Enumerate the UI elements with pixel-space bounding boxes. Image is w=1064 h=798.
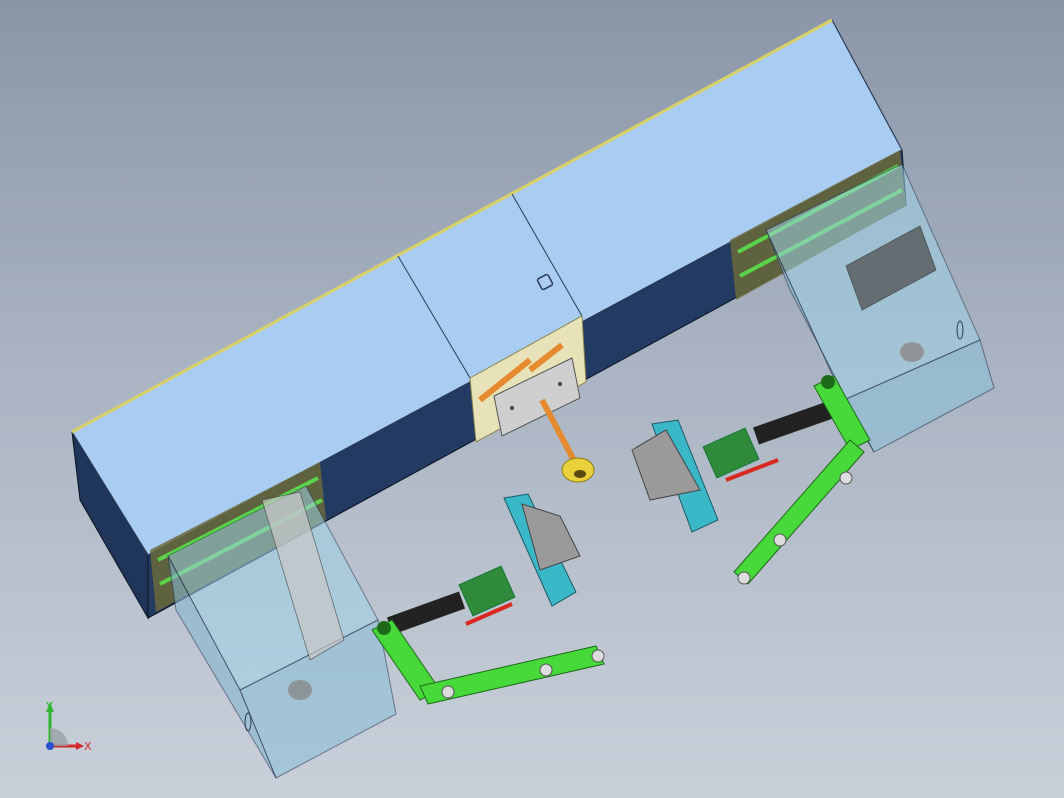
coordinate-triad: Y X <box>45 700 92 753</box>
right-inner-pulley <box>900 342 924 362</box>
lead-screw <box>539 398 581 470</box>
shaft-coupling[interactable] <box>561 457 595 483</box>
right-roller-3 <box>737 571 751 585</box>
slide-plate-bolt-2 <box>558 382 562 386</box>
triad-x-label: X <box>84 740 92 753</box>
left-arm-assembly[interactable] <box>371 493 605 705</box>
right-shaft <box>753 401 833 445</box>
right-roller-1 <box>839 471 853 485</box>
cad-viewport[interactable]: Y X <box>0 0 1064 798</box>
left-roller-2 <box>539 663 553 677</box>
triad-x-arrow <box>76 742 84 750</box>
triad-y-label: Y <box>45 700 53 713</box>
right-arm-assembly[interactable] <box>631 375 871 585</box>
slide-plate-bolt-1 <box>510 406 514 410</box>
enclosure-top-face <box>71 19 903 556</box>
left-roller-1 <box>441 685 455 699</box>
right-roller-2 <box>773 533 787 547</box>
left-roller-3 <box>591 649 605 663</box>
left-arm-pivot <box>377 621 391 635</box>
right-arm-pivot <box>821 375 835 389</box>
assembly-model[interactable]: Y X <box>0 0 1064 798</box>
coupling-bore <box>574 470 586 478</box>
triad-origin <box>46 742 54 750</box>
left-gripper-plate <box>521 503 581 571</box>
left-inner-pulley <box>288 680 312 700</box>
left-shaft <box>386 591 466 635</box>
